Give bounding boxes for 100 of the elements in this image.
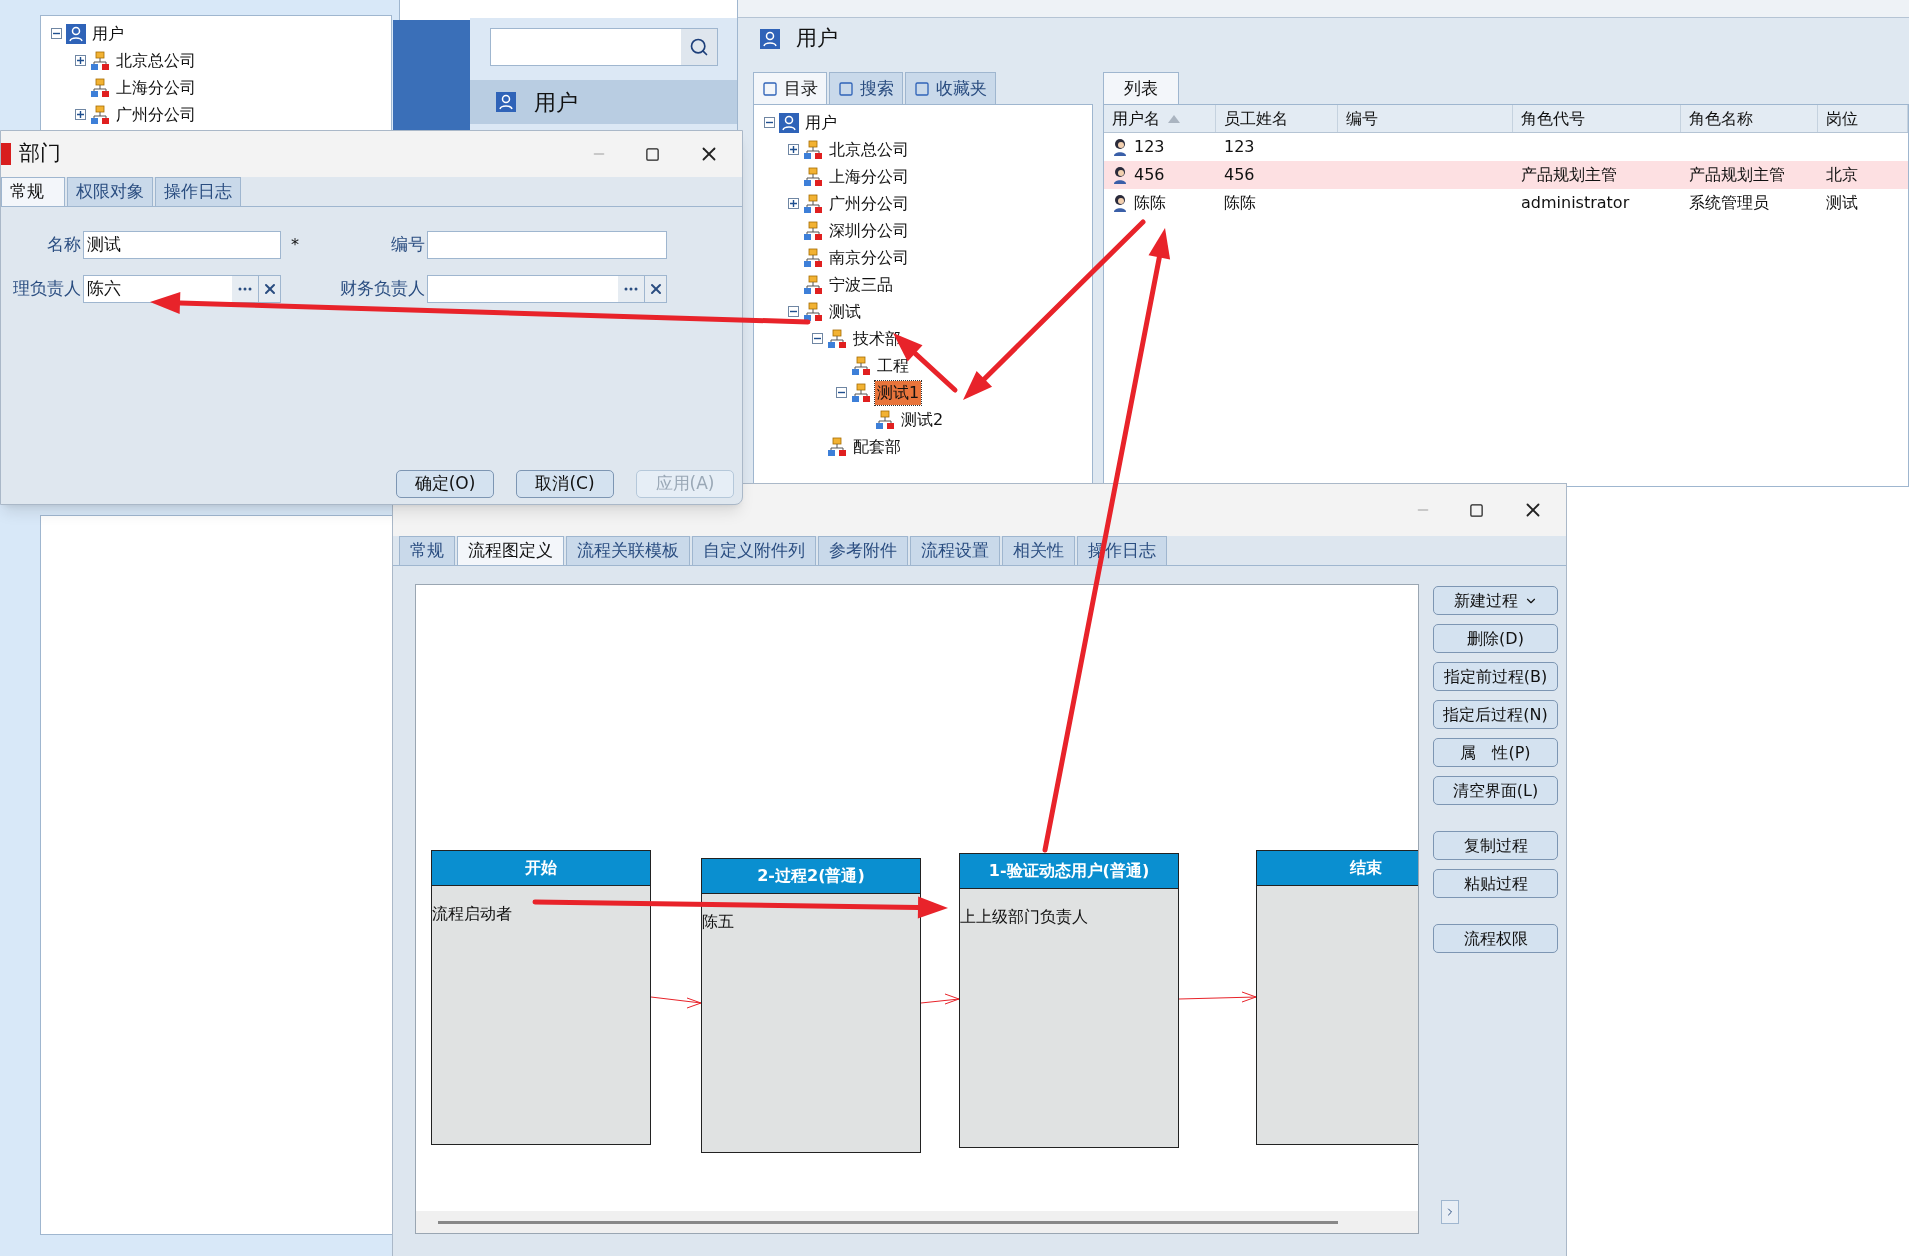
tree-item[interactable]: 广州分公司 — [114, 102, 198, 127]
expand-icon[interactable] — [75, 109, 86, 120]
tab[interactable]: 操作日志 — [155, 177, 241, 206]
tree-item[interactable]: 宁波三品 — [827, 272, 895, 297]
org-chart-icon — [90, 104, 110, 125]
tab[interactable]: 流程关联模板 — [566, 536, 690, 565]
user-group-icon — [66, 23, 86, 44]
window-title: 部门 — [19, 140, 61, 168]
action-button[interactable]: 指定前过程(B) — [1433, 662, 1558, 691]
org-chart-icon — [803, 301, 823, 322]
org-chart-icon — [827, 328, 847, 349]
user-icon — [1112, 166, 1128, 184]
picker-field[interactable]: 陈六 — [83, 275, 281, 303]
table-cell-text: administrator — [1521, 192, 1630, 214]
action-button[interactable]: 属 性(P) — [1433, 738, 1558, 767]
action-button[interactable]: 清空界面(L) — [1433, 776, 1558, 805]
tree-item[interactable]: 上海分公司 — [827, 164, 911, 189]
tree-item[interactable]: 工程 — [875, 353, 911, 378]
process-node[interactable]: 2-过程2(普通) 陈五 — [701, 858, 921, 1153]
search-icon[interactable] — [689, 37, 709, 57]
picker-field[interactable] — [427, 275, 667, 303]
action-button[interactable]: 新建过程 — [1433, 586, 1558, 615]
column-header[interactable]: 用户名 — [1104, 105, 1216, 132]
connector-arrow — [920, 993, 960, 1005]
search-field[interactable] — [490, 28, 718, 66]
tree-item[interactable]: 深圳分公司 — [827, 218, 911, 243]
tree-item[interactable]: 测试2 — [899, 407, 946, 432]
maximize-icon[interactable] — [1469, 502, 1484, 518]
action-button[interactable]: 指定后过程(N) — [1433, 700, 1558, 729]
tree-item[interactable]: 测试1 — [875, 380, 922, 405]
action-button[interactable]: 删除(D) — [1433, 624, 1558, 653]
tab[interactable]: 权限对象 — [67, 177, 153, 206]
node-title: 1-验证动态用户(普通) — [988, 860, 1150, 882]
panel-header: 用户 — [534, 88, 578, 117]
org-chart-icon — [803, 139, 823, 160]
sort-ascending-icon — [1168, 114, 1180, 123]
table-cell-text: 陈陈 — [1224, 192, 1256, 214]
tree-item[interactable]: 北京总公司 — [827, 137, 911, 162]
field-label: 理负责人 — [13, 277, 81, 301]
field-label: 财务负责人 — [340, 277, 425, 301]
user-group-icon — [760, 29, 780, 49]
tab[interactable]: 常规 — [1, 177, 65, 206]
process-node[interactable]: 1-验证动态用户(普通) 上上级部门负责人 — [959, 853, 1179, 1148]
scrollbar[interactable] — [416, 1211, 1418, 1233]
process-node[interactable]: 开始 流程启动者 — [431, 850, 651, 1145]
collapse-icon[interactable] — [764, 117, 775, 128]
table-cell-text: 北京 — [1826, 164, 1858, 186]
tab[interactable]: 参考附件 — [818, 536, 908, 565]
tree-item[interactable]: 北京总公司 — [114, 48, 198, 73]
collapse-icon[interactable] — [51, 28, 62, 39]
tree-item[interactable]: 配套部 — [851, 434, 903, 459]
expand-icon[interactable] — [75, 55, 86, 66]
nav-tab[interactable]: 目录 — [753, 72, 827, 104]
org-chart-icon — [803, 193, 823, 214]
tree-item[interactable]: 南京分公司 — [827, 245, 911, 270]
tab[interactable]: 流程设置 — [910, 536, 1000, 565]
column-header[interactable]: 角色名称 — [1681, 105, 1818, 132]
tree-item[interactable]: 上海分公司 — [114, 75, 198, 100]
column-header[interactable]: 岗位 — [1818, 105, 1908, 132]
nav-tab[interactable]: 搜索 — [829, 72, 903, 104]
collapse-icon[interactable] — [836, 387, 847, 398]
expand-icon[interactable] — [788, 144, 799, 155]
column-header[interactable]: 角色代号 — [1513, 105, 1681, 132]
tree-item[interactable]: 广州分公司 — [827, 191, 911, 216]
tree-item[interactable]: 用户 — [803, 110, 839, 135]
node-text: 上上级部门负责人 — [960, 906, 1088, 928]
tree-item[interactable]: 测试 — [827, 299, 863, 324]
collapse-icon[interactable] — [788, 306, 799, 317]
user-group-icon — [496, 92, 516, 112]
expand-icon[interactable] — [788, 198, 799, 209]
column-header[interactable]: 员工姓名 — [1216, 105, 1338, 132]
tab[interactable]: 常规 — [399, 536, 455, 565]
list-tab[interactable]: 列表 — [1103, 72, 1179, 104]
org-chart-icon — [803, 274, 823, 295]
input-field[interactable] — [427, 231, 667, 259]
dialog-button[interactable]: 确定(O) — [396, 470, 494, 498]
nav-tab[interactable]: 收藏夹 — [905, 72, 996, 104]
clear-icon[interactable] — [644, 276, 666, 302]
action-button[interactable]: 复制过程 — [1433, 831, 1558, 860]
action-button[interactable]: 流程权限 — [1433, 924, 1558, 953]
table-row[interactable]: 456 456 产品规划主管 产品规划主管 北京 — [1104, 161, 1908, 189]
connector-arrow — [650, 996, 702, 1009]
maximize-icon[interactable] — [645, 146, 660, 162]
table-cell-text: 产品规划主管 — [1521, 164, 1617, 186]
action-button[interactable]: 粘贴过程 — [1433, 869, 1558, 898]
column-header[interactable]: 编号 — [1338, 105, 1513, 132]
org-chart-icon — [803, 247, 823, 268]
tab[interactable]: 流程图定义 — [457, 536, 564, 565]
tab[interactable]: 相关性 — [1002, 536, 1075, 565]
table-cell-text: 123 — [1224, 136, 1255, 158]
input-field[interactable]: 测试 — [83, 231, 281, 259]
tree-item[interactable]: 用户 — [90, 21, 126, 46]
node-text: 流程启动者 — [432, 903, 512, 925]
clear-icon[interactable] — [258, 276, 280, 302]
tab[interactable]: 自定义附件列 — [692, 536, 816, 565]
table-cell-text: 系统管理员 — [1689, 192, 1769, 214]
collapse-icon[interactable] — [812, 333, 823, 344]
user-group-icon — [779, 112, 799, 133]
process-node[interactable]: 结束 — [1256, 850, 1418, 1145]
dialog-button[interactable]: 取消(C) — [516, 470, 614, 498]
